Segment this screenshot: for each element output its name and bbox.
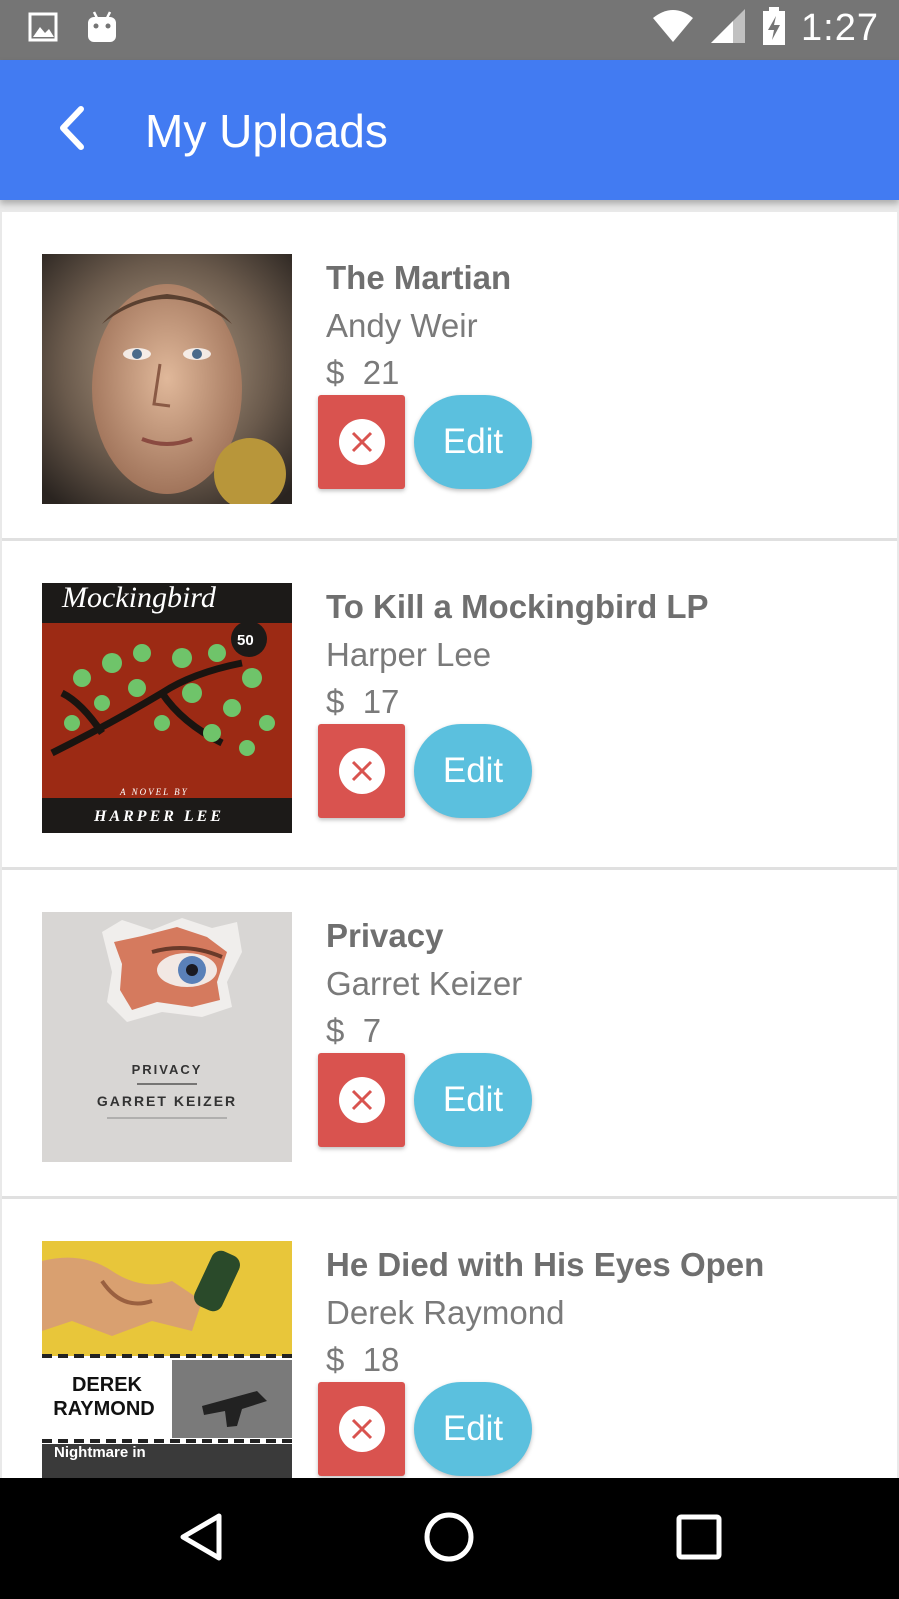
- delete-button[interactable]: [318, 1053, 405, 1147]
- book-cover-image: DEREK RAYMOND Nightmare in: [42, 1241, 292, 1478]
- book-author: Andy Weir: [326, 307, 478, 344]
- status-bar-system: 1:27: [651, 6, 879, 50]
- wifi-icon: [651, 8, 695, 48]
- book-cover-image: [42, 254, 292, 504]
- close-circle-icon: [338, 1406, 385, 1452]
- currency-symbol: $: [326, 1012, 345, 1049]
- card-actions: Edit: [318, 724, 532, 818]
- card-actions: Edit: [318, 1382, 532, 1476]
- status-bar-notifications: [28, 10, 118, 48]
- nav-recents-button[interactable]: [668, 1508, 730, 1570]
- currency-symbol: $: [326, 354, 345, 391]
- cover-badge-text: 50: [237, 632, 254, 649]
- cover-author-text: HARPER LEE: [93, 808, 224, 825]
- upload-card: The Martian Andy Weir $ 21 Edit: [2, 212, 897, 541]
- home-circle-icon: [423, 1511, 475, 1567]
- cover-title-text: PRIVACY: [132, 1062, 203, 1077]
- delete-button[interactable]: [318, 395, 405, 489]
- app-bar: My Uploads: [0, 60, 899, 200]
- book-price: $ 18: [326, 1337, 764, 1383]
- system-nav-bar: [0, 1478, 899, 1599]
- recents-square-icon: [676, 1514, 722, 1564]
- price-value: 7: [362, 1012, 382, 1049]
- close-circle-icon: [338, 748, 385, 794]
- upload-card: PRIVACY GARRET KEIZER Privacy Garret Kei…: [2, 870, 897, 1199]
- book-cover-image: Mockingbird 50 A NOVEL BY HARPER LEE: [42, 583, 292, 833]
- price-value: 21: [362, 354, 400, 391]
- book-author: Garret Keizer: [326, 965, 523, 1002]
- card-actions: Edit: [318, 395, 532, 489]
- cover-subtitle-text: Nightmare in: [54, 1444, 146, 1461]
- book-price: $ 7: [326, 1008, 522, 1054]
- book-title: He Died with His Eyes Open: [326, 1246, 765, 1283]
- battery-charging-icon: [761, 6, 787, 50]
- nav-back-button[interactable]: [170, 1508, 232, 1570]
- book-title: To Kill a Mockingbird LP: [326, 588, 709, 625]
- book-info: The Martian Andy Weir $ 21: [326, 254, 511, 396]
- cover-byline-text: A NOVEL BY: [119, 787, 189, 797]
- book-author: Harper Lee: [326, 636, 492, 673]
- book-cover-image: PRIVACY GARRET KEIZER: [42, 912, 292, 1162]
- book-info: Privacy Garret Keizer $ 7: [326, 912, 522, 1054]
- edit-button[interactable]: Edit: [414, 724, 532, 818]
- chevron-left-icon: [55, 106, 89, 154]
- edit-button[interactable]: Edit: [414, 1382, 532, 1476]
- book-title: Privacy: [326, 917, 444, 954]
- book-price: $ 17: [326, 679, 709, 725]
- edit-button[interactable]: Edit: [414, 1053, 532, 1147]
- price-value: 17: [362, 683, 400, 720]
- signal-icon: [709, 7, 747, 49]
- uploads-list[interactable]: The Martian Andy Weir $ 21 Edit Mockingb…: [2, 212, 897, 1478]
- delete-button[interactable]: [318, 724, 405, 818]
- android-icon: [86, 10, 118, 48]
- book-title: The Martian: [326, 259, 512, 296]
- cover-author-line-2: RAYMOND: [53, 1398, 155, 1420]
- back-button[interactable]: [40, 98, 104, 162]
- edit-button[interactable]: Edit: [414, 395, 532, 489]
- delete-button[interactable]: [318, 1382, 405, 1476]
- image-icon: [28, 12, 58, 46]
- book-price: $ 21: [326, 350, 511, 396]
- currency-symbol: $: [326, 1341, 345, 1378]
- card-actions: Edit: [318, 1053, 532, 1147]
- book-author: Derek Raymond: [326, 1294, 565, 1331]
- cover-author-text: GARRET KEIZER: [97, 1093, 237, 1109]
- price-value: 18: [362, 1341, 400, 1378]
- cover-title-text: Mockingbird: [61, 583, 217, 614]
- status-bar: 1:27: [0, 0, 899, 60]
- status-time: 1:27: [801, 6, 879, 49]
- book-info: He Died with His Eyes Open Derek Raymond…: [326, 1241, 764, 1383]
- book-info: To Kill a Mockingbird LP Harper Lee $ 17: [326, 583, 709, 725]
- upload-card: DEREK RAYMOND Nightmare in He Died with …: [2, 1199, 897, 1478]
- cover-author-line-1: DEREK: [72, 1374, 143, 1396]
- close-circle-icon: [338, 1077, 385, 1123]
- close-circle-icon: [338, 419, 385, 465]
- upload-card: Mockingbird 50 A NOVEL BY HARPER LEE To …: [2, 541, 897, 870]
- page-title: My Uploads: [145, 105, 388, 157]
- currency-symbol: $: [326, 683, 345, 720]
- back-triangle-icon: [177, 1512, 225, 1566]
- nav-home-button[interactable]: [418, 1508, 480, 1570]
